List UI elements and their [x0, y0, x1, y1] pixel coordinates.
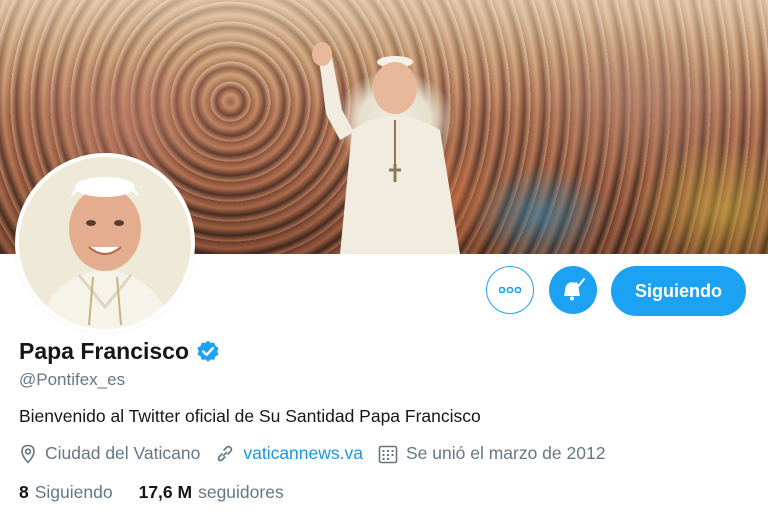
followers-label: seguidores [198, 482, 284, 502]
more-options-button[interactable] [486, 266, 534, 314]
pope-waving-figure [312, 42, 460, 254]
profile-bio: Bienvenido al Twitter oficial de Su Sant… [19, 406, 481, 426]
profile-name: Papa Francisco [19, 338, 190, 364]
profile-avatar[interactable] [15, 153, 195, 333]
location-text: Ciudad del Vaticano [45, 443, 201, 463]
profile-meta-row: Ciudad del Vaticano vaticannews.va Se un… [19, 443, 620, 464]
website-item[interactable]: vaticannews.va [215, 443, 363, 464]
joined-item: Se unió el marzo de 2012 [378, 443, 605, 464]
bell-check-icon [564, 278, 585, 301]
website-link[interactable]: vaticannews.va [243, 443, 363, 464]
location-pin-icon [21, 444, 35, 464]
joined-text: Se unió el marzo de 2012 [406, 443, 606, 463]
profile-handle: @Pontifex_es [19, 370, 126, 389]
avatar-portrait [19, 157, 191, 329]
following-label: Siguiendo [34, 482, 113, 502]
calendar-icon [378, 445, 398, 463]
verified-badge-icon [197, 340, 219, 362]
more-dots-icon [499, 287, 521, 293]
location-item: Ciudad del Vaticano [19, 443, 200, 464]
link-icon [218, 445, 233, 461]
following-count: 8 [19, 482, 29, 502]
profile-name-row: Papa Francisco [19, 338, 221, 365]
profile-stats-row: 8 Siguiendo 17,6 Mseguidores [19, 482, 310, 503]
following-stat[interactable]: 8 Siguiendo [19, 482, 113, 503]
notifications-button[interactable] [549, 266, 597, 314]
followers-stat[interactable]: 17,6 Mseguidores [139, 482, 284, 503]
following-button[interactable]: Siguiendo [611, 266, 746, 316]
followers-count: 17,6 M [138, 482, 193, 502]
